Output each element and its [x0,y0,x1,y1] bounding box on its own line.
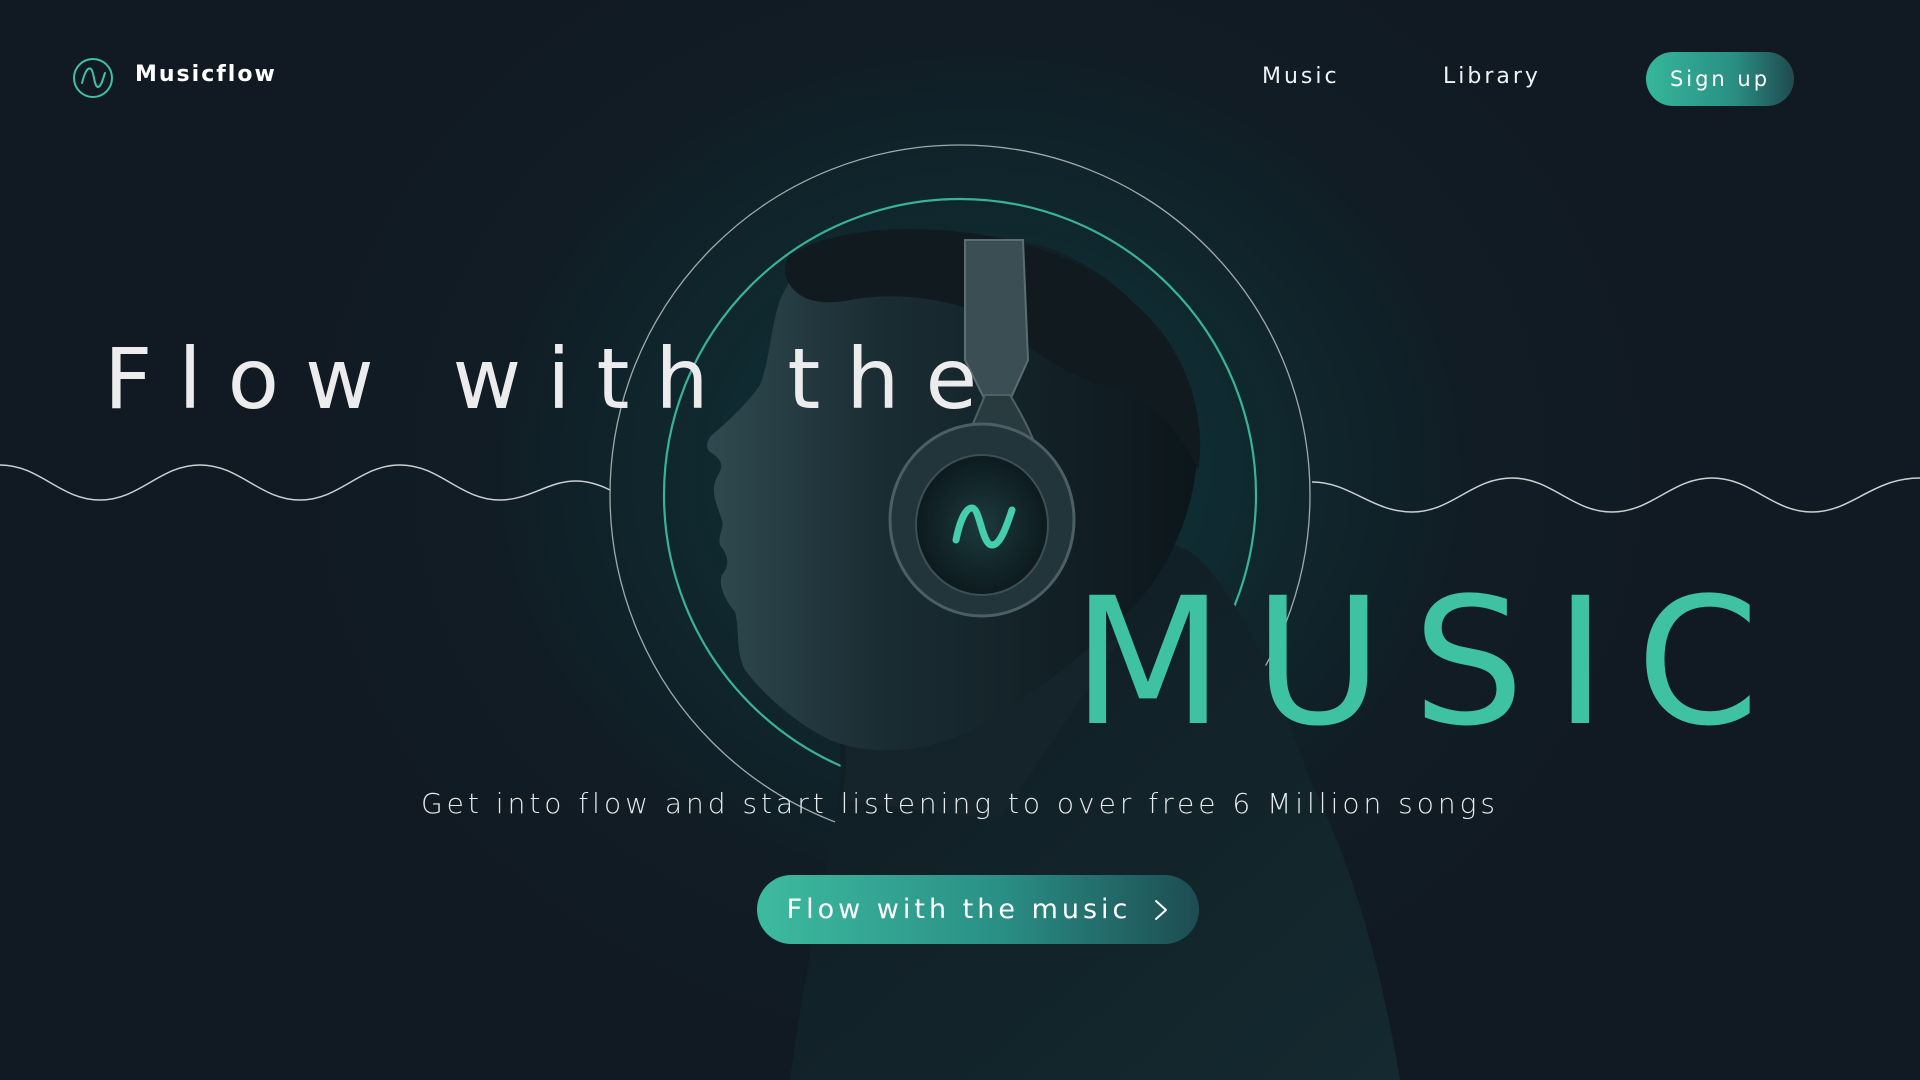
chevron-right-icon [1155,899,1168,920]
nav-link-library[interactable]: Library [1443,64,1541,89]
nav-link-music[interactable]: Music [1262,64,1340,89]
cta-label: Flow with the music [786,894,1132,925]
hero-title-line2: MUSIC [1072,560,1790,765]
brand-name[interactable]: Musicflow [135,62,277,87]
hero-subtitle: Get into flow and start listening to ove… [420,787,1499,820]
wave-logo-icon[interactable] [72,57,114,99]
hero-title-line1: Flow with the [104,330,1004,428]
landing-page: Musicflow Music Library Sign up Flow wit… [0,0,1920,1080]
signup-button[interactable]: Sign up [1646,52,1794,106]
flow-with-music-button[interactable]: Flow with the music [757,875,1199,944]
